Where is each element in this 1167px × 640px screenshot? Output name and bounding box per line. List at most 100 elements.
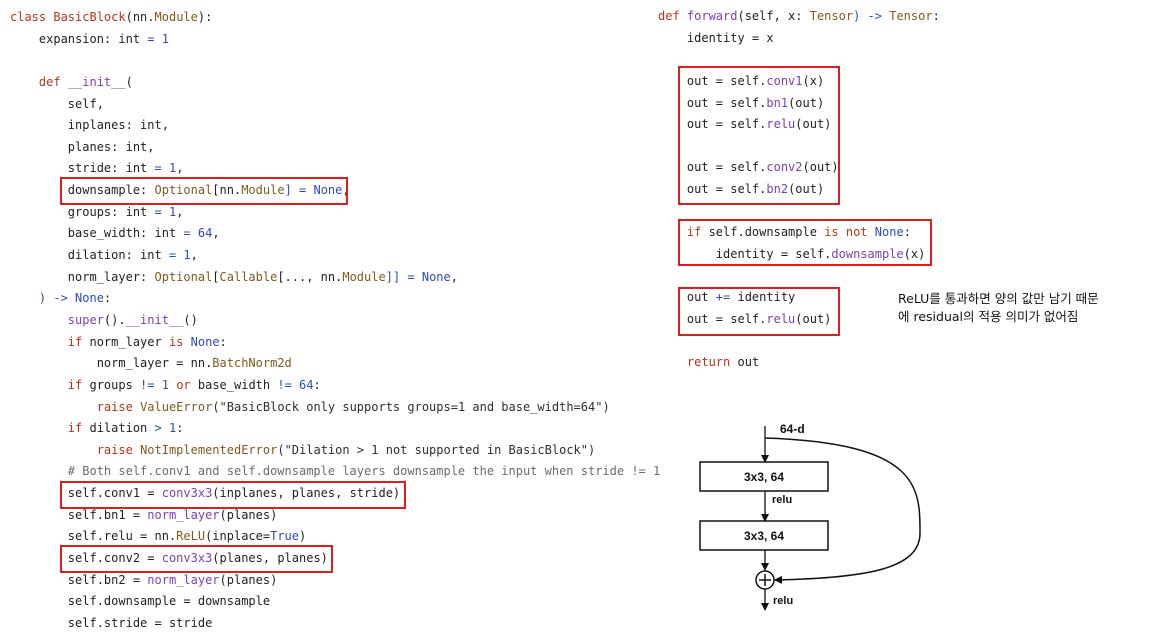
code-line: stride: int = 1, — [10, 160, 184, 176]
code-text: (planes) — [219, 573, 278, 587]
code-line: self.bn1 = norm_layer(planes) — [10, 507, 278, 523]
operator: = — [140, 32, 162, 46]
code-line: expansion: int = 1 — [10, 31, 169, 47]
code-text: , — [212, 226, 220, 240]
code-text: , — [161, 118, 169, 132]
number: 1 — [161, 378, 169, 392]
number: 64 — [299, 378, 314, 392]
string: ("BasicBlock only supports groups=1 and … — [212, 400, 610, 414]
type-name: int — [154, 226, 177, 240]
operator: ) -> — [10, 291, 76, 305]
code-text: self.relu = nn. — [10, 529, 177, 543]
keyword: class — [10, 10, 54, 24]
code-line: self.downsample = downsample — [10, 594, 271, 608]
operator: = — [147, 161, 169, 175]
number: 1 — [161, 32, 169, 46]
type-name: int — [140, 248, 162, 262]
highlight-box-residual-add — [678, 287, 840, 336]
function-name: __init__ — [125, 313, 184, 327]
residual-block-diagram: 64-d 3x3, 64 relu 3x3, 64 relu — [699, 422, 921, 611]
code-text: () — [183, 313, 198, 327]
number: 1 — [183, 248, 191, 262]
code-line: def __init__( — [10, 74, 133, 90]
function-name: norm_layer — [147, 573, 220, 587]
type-name: Tensor — [889, 9, 933, 23]
highlight-box-downsample — [60, 177, 348, 205]
code-text: , — [147, 140, 155, 154]
code-line: planes: int, — [10, 139, 155, 155]
code-text: (). — [103, 313, 126, 327]
highlight-box-conv-bn-relu — [678, 66, 840, 205]
code-line: inplanes: int, — [10, 117, 169, 133]
relu-label-2: relu — [773, 595, 793, 607]
none-literal: None — [75, 291, 104, 305]
operator: = — [161, 248, 184, 262]
code-text: planes: — [10, 140, 126, 154]
keyword: def — [38, 75, 68, 89]
conv-layer-1-label: 3x3, 64 — [744, 470, 784, 484]
type-name: Optional — [154, 270, 213, 284]
annotation-note: ReLU를 통과하면 양의 값만 남기 때문 에 residual의 적용 의미… — [898, 290, 1099, 326]
code-text: base_width: — [10, 226, 155, 240]
code-text: , — [176, 161, 184, 175]
code-text: (planes) — [219, 508, 278, 522]
type-name: Callable — [219, 270, 278, 284]
code-text: groups: — [10, 205, 126, 219]
type-name: BatchNorm2d — [212, 356, 292, 370]
code-line: def forward(self, x: Tensor) -> Tensor: — [658, 8, 940, 24]
type-name: int — [125, 140, 148, 154]
code-text: norm_layer = nn. — [10, 356, 213, 370]
input-dim-label: 64-d — [780, 422, 805, 436]
operator: = — [147, 205, 169, 219]
code-text: , — [190, 248, 198, 262]
code-text: : — [932, 9, 940, 23]
class-name: BasicBlock — [53, 10, 126, 24]
type-name: int — [118, 32, 141, 46]
keyword: is — [168, 335, 184, 349]
operator: ) -> — [853, 9, 890, 23]
relu-label-1: relu — [772, 494, 792, 506]
keyword: raise — [96, 400, 141, 414]
code-text: , — [450, 270, 458, 284]
code-text: norm_layer — [82, 335, 169, 349]
code-text: ( — [125, 75, 133, 89]
none-literal: None — [421, 270, 451, 284]
type-name: Module — [342, 270, 386, 284]
code-line: super().__init__() — [10, 312, 198, 328]
operator: != — [140, 378, 155, 392]
code-line: self.relu = nn.ReLU(inplace=True) — [10, 528, 306, 544]
bool-literal: True — [270, 529, 300, 543]
keyword: def — [658, 9, 687, 23]
code-line: class BasicBlock(nn.Module): — [10, 9, 212, 25]
code-line: base_width: int = 64, — [10, 225, 220, 241]
forward-code-block: def forward(self, x: Tensor) -> Tensor: … — [0, 0, 940, 369]
code-text: base_width — [190, 378, 278, 392]
highlight-box-downsample-check — [678, 219, 932, 266]
operator: > — [154, 421, 162, 435]
code-text: dilation — [82, 421, 155, 435]
code-text: : — [176, 421, 184, 435]
code-text: : — [103, 291, 112, 305]
operator: = — [176, 226, 198, 240]
identity-shortcut — [764, 437, 921, 584]
code-text: self.bn2 = — [10, 573, 148, 587]
function-name: super — [67, 313, 104, 327]
keyword: if — [67, 421, 83, 435]
function-name: norm_layer — [147, 508, 220, 522]
code-comment: # Both self.conv1 and self.downsample la… — [10, 464, 661, 478]
type-name: ReLU — [176, 529, 206, 543]
code-text: : — [219, 335, 227, 349]
highlight-box-conv1 — [60, 481, 406, 509]
code-text: stride: — [10, 161, 126, 175]
code-line: if dilation > 1: — [10, 420, 184, 436]
code-line: self.bn2 = norm_layer(planes) — [10, 572, 278, 588]
operator: ]] = — [385, 270, 422, 284]
